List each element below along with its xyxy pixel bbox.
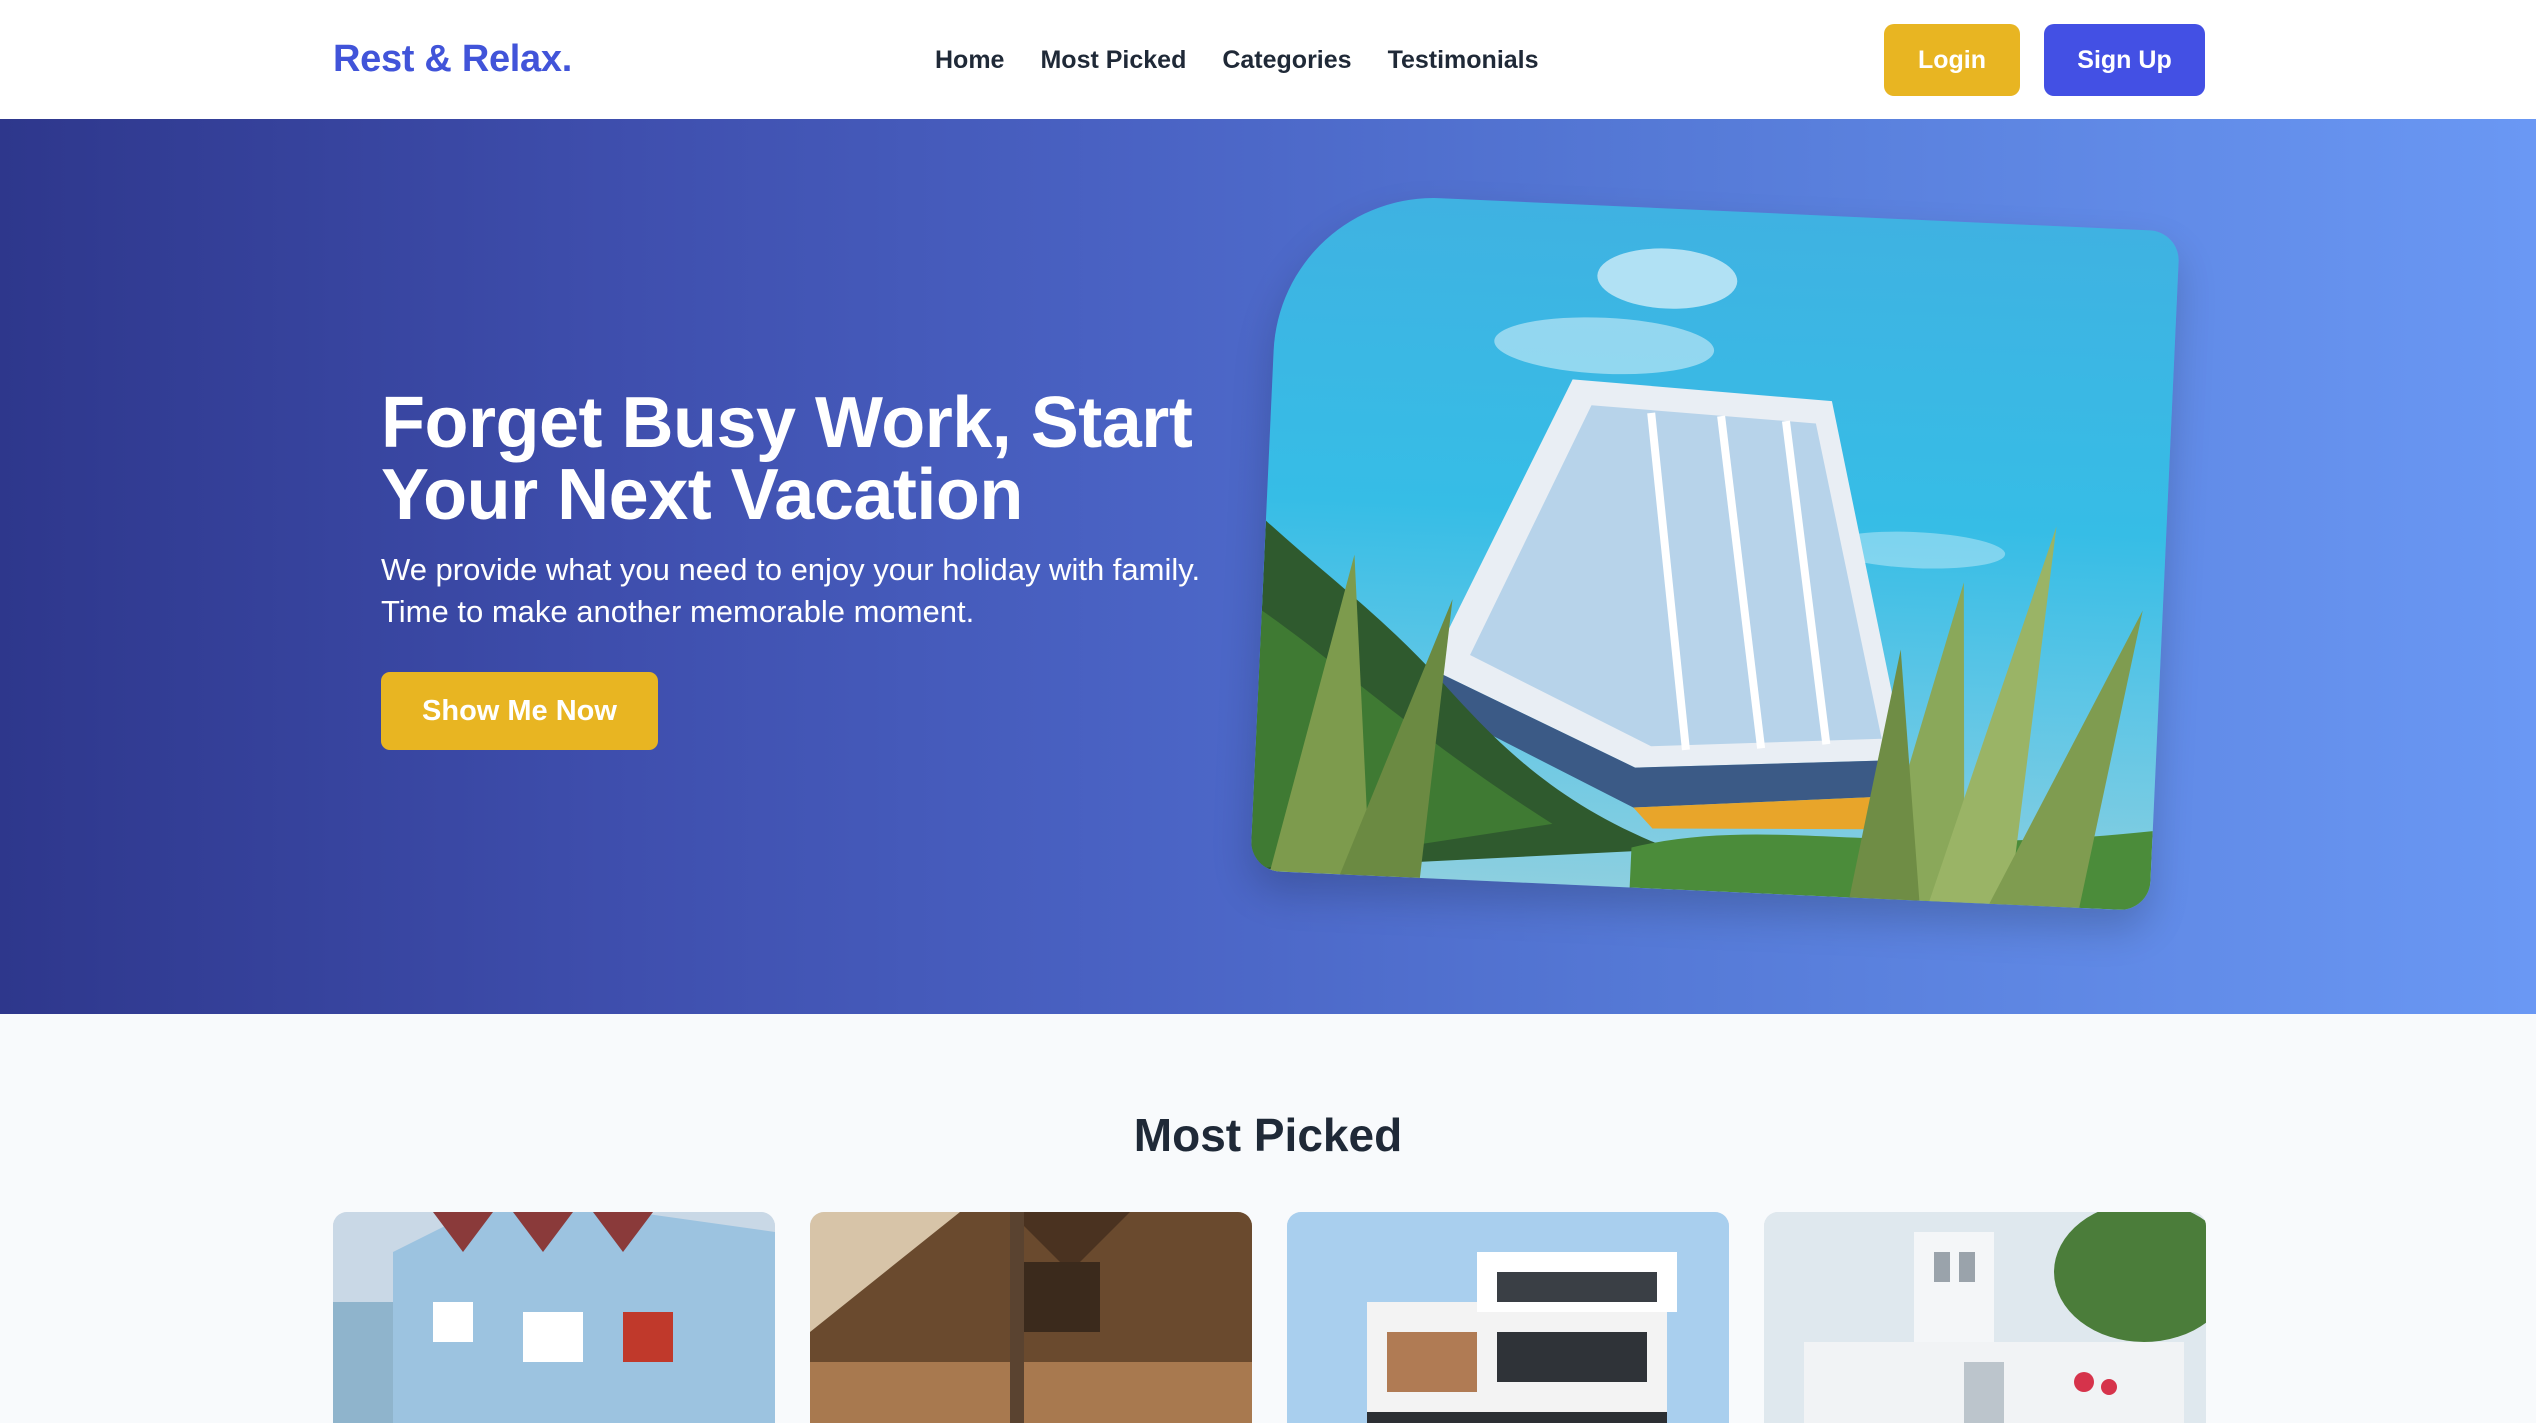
card-image-white-villa (1764, 1212, 2206, 1423)
nav-link-testimonials[interactable]: Testimonials (1388, 46, 1539, 75)
nav-link-home[interactable]: Home (935, 46, 1004, 75)
nav-link-most-picked[interactable]: Most Picked (1040, 46, 1186, 75)
hero-image (1250, 190, 2180, 912)
nav-links: Home Most Picked Categories Testimonials (935, 46, 1539, 75)
brand-logo[interactable]: Rest & Relax. (333, 38, 572, 81)
card-image-beach-houses (333, 1212, 775, 1423)
navbar: Rest & Relax. Home Most Picked Categorie… (0, 0, 2536, 119)
login-button[interactable]: Login (1884, 24, 2020, 96)
most-picked-card[interactable] (1764, 1212, 2206, 1423)
most-picked-card[interactable] (1287, 1212, 1729, 1423)
nav-link-categories[interactable]: Categories (1222, 46, 1351, 75)
show-me-now-button[interactable]: Show Me Now (381, 672, 658, 750)
signup-button[interactable]: Sign Up (2044, 24, 2205, 96)
card-image-modern-house (1287, 1212, 1729, 1423)
hero-house-illustration (1250, 248, 2153, 912)
hero-section: Forget Busy Work, Start Your Next Vacati… (0, 119, 2536, 1014)
card-image-thatched-villa (810, 1212, 1252, 1423)
hero-subtitle: We provide what you need to enjoy your h… (381, 552, 1201, 629)
hero-title: Forget Busy Work, Start Your Next Vacati… (381, 383, 1193, 535)
most-picked-title: Most Picked (1133, 1109, 1403, 1161)
most-picked-card[interactable] (333, 1212, 775, 1423)
most-picked-card[interactable] (810, 1212, 1252, 1423)
